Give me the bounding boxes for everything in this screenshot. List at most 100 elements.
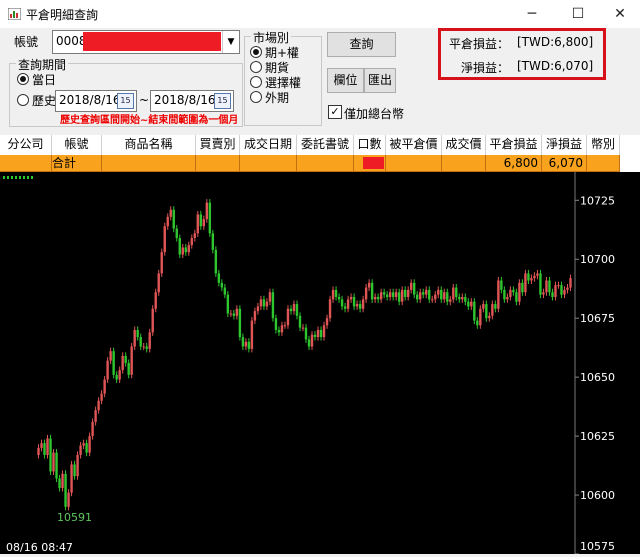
table-cell (102, 155, 196, 172)
title-bar: 平倉明細查詢 ─ ☐ ✕ (0, 0, 640, 29)
table-cell (587, 155, 620, 172)
column-header[interactable]: 成交日期 (240, 135, 297, 155)
candle-body (199, 214, 203, 227)
candle-body (494, 304, 497, 309)
candle-body (554, 285, 557, 297)
candle-body (76, 454, 79, 477)
candle-body (232, 313, 236, 316)
candle-body (358, 304, 362, 309)
candle-body (160, 252, 163, 274)
candle-body (422, 292, 425, 295)
column-header[interactable]: 買賣別 (196, 135, 240, 155)
candle-body (497, 280, 500, 309)
candle-body (163, 226, 166, 253)
candle-body (118, 370, 121, 380)
candle-body (361, 299, 365, 309)
table-cell (442, 155, 486, 172)
candle-body (151, 308, 154, 333)
app-icon (8, 8, 21, 20)
close-button[interactable]: ✕ (600, 0, 640, 28)
date-to-field[interactable]: 2018/8/16 15 (150, 90, 234, 112)
table-cell (0, 155, 52, 172)
candle-body (419, 292, 422, 300)
radio-market-options[interactable] (250, 76, 262, 88)
minimize-button[interactable]: ─ (512, 0, 552, 28)
candle-body (301, 327, 305, 329)
today-label: 當日 (32, 73, 57, 87)
candle-body (247, 341, 251, 349)
radio-market-all[interactable] (250, 46, 262, 58)
table-cell: 合計 (52, 155, 102, 172)
account-select[interactable]: 0008 ▼ (52, 30, 240, 54)
column-header[interactable]: 委託書號 (297, 135, 354, 155)
candle-body (217, 273, 221, 283)
column-header[interactable]: 帳號 (52, 135, 102, 155)
candlestick-chart: 10575 10600 10625 10650 10675 10700 10725 1059… (37, 172, 615, 555)
column-header[interactable]: 幣別 (587, 135, 620, 155)
candle-body (52, 452, 55, 472)
table-cell (240, 155, 297, 172)
candle-body (428, 289, 431, 300)
table-row[interactable]: 合計 6,800 6,070 (0, 155, 640, 172)
radio-market-foreign[interactable] (250, 91, 262, 103)
candle-body (467, 301, 470, 307)
candle-body (461, 296, 464, 300)
min-price-label: 10591 (57, 511, 92, 524)
candle-body (376, 296, 380, 300)
column-header[interactable]: 商品名稱 (102, 135, 196, 155)
candle-body (406, 289, 410, 297)
y-tick-label: 10725 (580, 194, 615, 207)
candle-body (319, 329, 323, 338)
column-header[interactable]: 分公司 (0, 135, 52, 155)
candle-body (136, 329, 139, 338)
candle-body (271, 292, 275, 319)
column-header[interactable]: 被平倉價 (386, 135, 442, 155)
column-header[interactable]: 淨損益 (542, 135, 587, 155)
y-tick-label: 10625 (580, 430, 615, 443)
candle-body (385, 294, 389, 297)
radio-history[interactable] (17, 94, 29, 106)
candle-body (298, 315, 302, 328)
export-button[interactable]: 匯出 (364, 68, 396, 93)
candle-body (397, 292, 401, 302)
radio-market-futures[interactable] (250, 61, 262, 73)
candle-body (322, 325, 326, 338)
candle-body (343, 306, 347, 309)
candle-body (476, 320, 479, 326)
candle-body (340, 299, 344, 307)
column-header[interactable]: 成交價 (442, 135, 486, 155)
radio-today[interactable] (17, 73, 29, 85)
chevron-down-icon[interactable]: ▼ (222, 31, 239, 53)
maximize-button[interactable]: ☐ (558, 0, 598, 28)
query-button[interactable]: 查詢 (327, 32, 396, 57)
calendar-icon[interactable]: 15 (214, 93, 231, 109)
price-chart[interactable]: 10575 10600 10625 10650 10675 10700 10725 1059… (0, 172, 640, 555)
column-header[interactable]: 口數 (354, 135, 386, 155)
candle-body (334, 289, 338, 297)
close-pl-value: [TWD:6,800] (517, 35, 594, 49)
candle-body (313, 334, 317, 338)
close-pl-label: 平倉損益： (449, 37, 510, 51)
column-header[interactable]: 平倉損益 (486, 135, 542, 155)
candle-body (67, 492, 70, 507)
market-label: 外期 (265, 91, 290, 105)
candle-body (455, 287, 458, 297)
candle-body (566, 287, 569, 290)
calendar-icon[interactable]: 15 (117, 93, 134, 109)
columns-button[interactable]: 欄位 (327, 68, 364, 93)
candle-body (518, 282, 521, 302)
date-from-field[interactable]: 2018/8/16 15 (55, 90, 137, 112)
candle-body (557, 285, 560, 287)
candle-body (548, 280, 551, 293)
candle-body (512, 289, 515, 293)
candle-body (148, 332, 151, 349)
candle-body (286, 308, 290, 326)
table-cell (386, 155, 442, 172)
candle-body (127, 363, 130, 375)
candle-body (295, 304, 299, 316)
twd-only-checkbox[interactable]: ✓ (328, 105, 342, 119)
candle-body (352, 296, 356, 307)
candle-body (61, 473, 64, 488)
candle-body (100, 393, 103, 401)
candle-body (488, 315, 491, 319)
